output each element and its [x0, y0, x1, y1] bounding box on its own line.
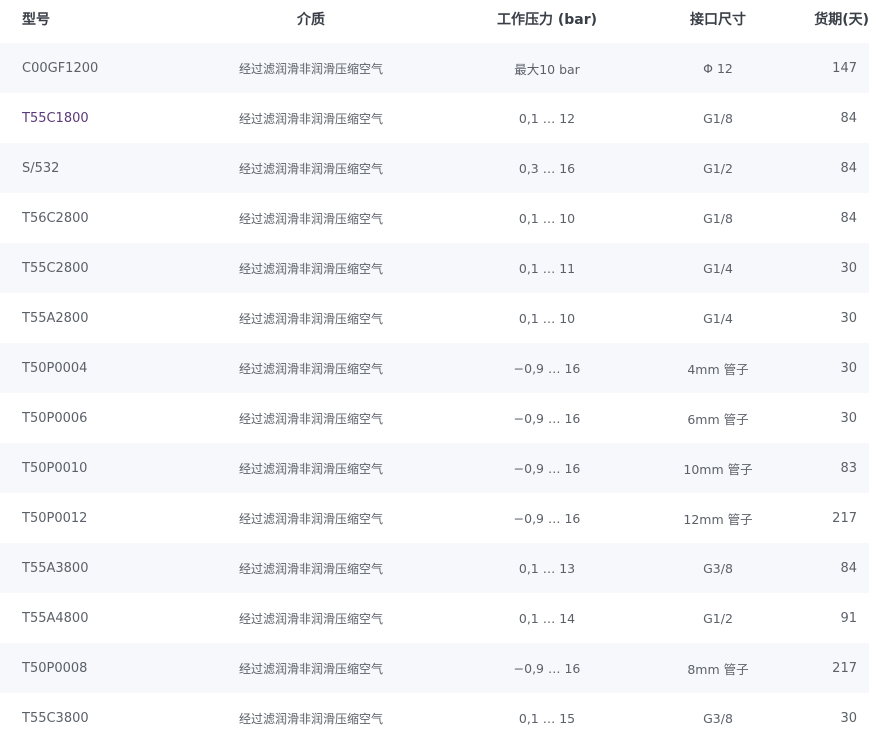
pressure-cell: 0,1 … 13	[518, 560, 576, 576]
table-row[interactable]: T55C1800 经过滤润滑非润滑压缩空气 0,1 … 12 G1/8 84	[0, 93, 869, 143]
medium-cell: 经过滤润滑非润滑压缩空气	[238, 261, 383, 276]
pressure-cell: 0,1 … 10	[518, 210, 576, 226]
pressure-cell: −0,9 … 16	[513, 360, 581, 376]
lead-time-cell: 84	[840, 160, 857, 176]
lead-time-cell: 30	[840, 360, 857, 376]
medium-cell: 经过滤润滑非润滑压缩空气	[238, 561, 383, 576]
port-cell: G1/4	[703, 310, 733, 326]
model-cell[interactable]: T55A2800	[0, 311, 200, 326]
lead-time-cell: 91	[840, 610, 857, 626]
table-row[interactable]: T55A3800 经过滤润滑非润滑压缩空气 0,1 … 13 G3/8 84	[0, 543, 869, 593]
pressure-cell: 0,3 … 16	[518, 160, 576, 176]
port-cell: G3/8	[703, 710, 733, 726]
model-cell[interactable]: T50P0010	[0, 461, 200, 476]
column-header-model[interactable]: 型号	[0, 9, 200, 29]
model-cell[interactable]: T55C1800	[0, 111, 200, 126]
model-cell[interactable]: T55A3800	[0, 561, 200, 576]
table-row[interactable]: T50P0006 经过滤润滑非润滑压缩空气 −0,9 … 16 6mm 管子 3…	[0, 393, 869, 443]
lead-time-cell: 147	[832, 60, 857, 76]
lead-time-cell: 217	[832, 660, 857, 676]
lead-time-cell: 84	[840, 560, 857, 576]
lead-time-cell: 83	[840, 460, 857, 476]
lead-time-cell: 30	[840, 410, 857, 426]
model-cell[interactable]: T56C2800	[0, 211, 200, 226]
table-row[interactable]: T55C2800 经过滤润滑非润滑压缩空气 0,1 … 11 G1/4 30	[0, 243, 869, 293]
table-row[interactable]: T55C3800 经过滤润滑非润滑压缩空气 0,1 … 15 G3/8 30	[0, 693, 869, 743]
model-cell[interactable]: T55A4800	[0, 611, 200, 626]
model-cell[interactable]: T50P0008	[0, 661, 200, 676]
port-cell: 8mm 管子	[687, 661, 749, 677]
lead-time-cell: 30	[840, 710, 857, 726]
column-header-lead-time[interactable]: 货期(天)	[764, 9, 869, 29]
port-cell: G1/2	[703, 160, 733, 176]
table-row[interactable]: T50P0012 经过滤润滑非润滑压缩空气 −0,9 … 16 12mm 管子 …	[0, 493, 869, 543]
medium-cell: 经过滤润滑非润滑压缩空气	[238, 361, 383, 376]
lead-time-cell: 84	[840, 110, 857, 126]
pressure-cell: −0,9 … 16	[513, 660, 581, 676]
lead-time-cell: 217	[832, 510, 857, 526]
table-row[interactable]: T50P0010 经过滤润滑非润滑压缩空气 −0,9 … 16 10mm 管子 …	[0, 443, 869, 493]
medium-cell: 经过滤润滑非润滑压缩空气	[238, 661, 383, 676]
port-cell: G3/8	[703, 560, 733, 576]
table-row[interactable]: T55A2800 经过滤润滑非润滑压缩空气 0,1 … 10 G1/4 30	[0, 293, 869, 343]
table-header: 型号 介质 工作压力 (bar) 接口尺寸 货期(天)	[0, 0, 869, 38]
port-cell: 6mm 管子	[687, 411, 749, 427]
lead-time-cell: 84	[840, 210, 857, 226]
medium-cell: 经过滤润滑非润滑压缩空气	[238, 511, 383, 526]
medium-cell: 经过滤润滑非润滑压缩空气	[238, 611, 383, 626]
table-row[interactable]: T56C2800 经过滤润滑非润滑压缩空气 0,1 … 10 G1/8 84	[0, 193, 869, 243]
pressure-cell: 0,1 … 11	[518, 260, 576, 276]
port-cell: G1/4	[703, 260, 733, 276]
pressure-cell: −0,9 … 16	[513, 460, 581, 476]
medium-cell: 经过滤润滑非润滑压缩空气	[238, 61, 383, 76]
table-row[interactable]: T50P0008 经过滤润滑非润滑压缩空气 −0,9 … 16 8mm 管子 2…	[0, 643, 869, 693]
port-cell: Φ 12	[703, 60, 733, 76]
port-cell: 4mm 管子	[687, 361, 749, 377]
lead-time-cell: 30	[840, 310, 857, 326]
port-cell: G1/8	[703, 210, 733, 226]
medium-cell: 经过滤润滑非润滑压缩空气	[238, 411, 383, 426]
table-body: C00GF1200 经过滤润滑非润滑压缩空气 最大10 bar Φ 12 147…	[0, 43, 869, 743]
port-cell: 10mm 管子	[683, 461, 753, 477]
pressure-cell: −0,9 … 16	[513, 410, 581, 426]
table-row[interactable]: T50P0004 经过滤润滑非润滑压缩空气 −0,9 … 16 4mm 管子 3…	[0, 343, 869, 393]
lead-time-cell: 30	[840, 260, 857, 276]
column-header-medium[interactable]: 介质	[200, 9, 422, 29]
model-cell[interactable]: T50P0006	[0, 411, 200, 426]
model-cell[interactable]: T50P0012	[0, 511, 200, 526]
medium-cell: 经过滤润滑非润滑压缩空气	[238, 311, 383, 326]
medium-cell: 经过滤润滑非润滑压缩空气	[238, 111, 383, 126]
pressure-cell: −0,9 … 16	[513, 510, 581, 526]
medium-cell: 经过滤润滑非润滑压缩空气	[238, 211, 383, 226]
model-cell[interactable]: T50P0004	[0, 361, 200, 376]
model-cell[interactable]: S/532	[0, 161, 200, 176]
port-cell: 12mm 管子	[683, 511, 753, 527]
model-cell[interactable]: C00GF1200	[0, 61, 200, 76]
column-header-pressure[interactable]: 工作压力 (bar)	[422, 9, 672, 29]
table-row[interactable]: T55A4800 经过滤润滑非润滑压缩空气 0,1 … 14 G1/2 91	[0, 593, 869, 643]
pressure-cell: 最大10 bar	[514, 61, 580, 77]
pressure-cell: 0,1 … 10	[518, 310, 576, 326]
medium-cell: 经过滤润滑非润滑压缩空气	[238, 711, 383, 726]
medium-cell: 经过滤润滑非润滑压缩空气	[238, 461, 383, 476]
pressure-cell: 0,1 … 12	[518, 110, 576, 126]
pressure-cell: 0,1 … 15	[518, 710, 576, 726]
model-cell[interactable]: T55C2800	[0, 261, 200, 276]
table-row[interactable]: S/532 经过滤润滑非润滑压缩空气 0,3 … 16 G1/2 84	[0, 143, 869, 193]
medium-cell: 经过滤润滑非润滑压缩空气	[238, 161, 383, 176]
model-cell[interactable]: T55C3800	[0, 711, 200, 726]
port-cell: G1/8	[703, 110, 733, 126]
pressure-cell: 0,1 … 14	[518, 610, 576, 626]
port-cell: G1/2	[703, 610, 733, 626]
column-header-port[interactable]: 接口尺寸	[672, 9, 764, 29]
table-row[interactable]: C00GF1200 经过滤润滑非润滑压缩空气 最大10 bar Φ 12 147	[0, 43, 869, 93]
product-table: 型号 介质 工作压力 (bar) 接口尺寸 货期(天) C00GF1200 经过…	[0, 0, 869, 743]
